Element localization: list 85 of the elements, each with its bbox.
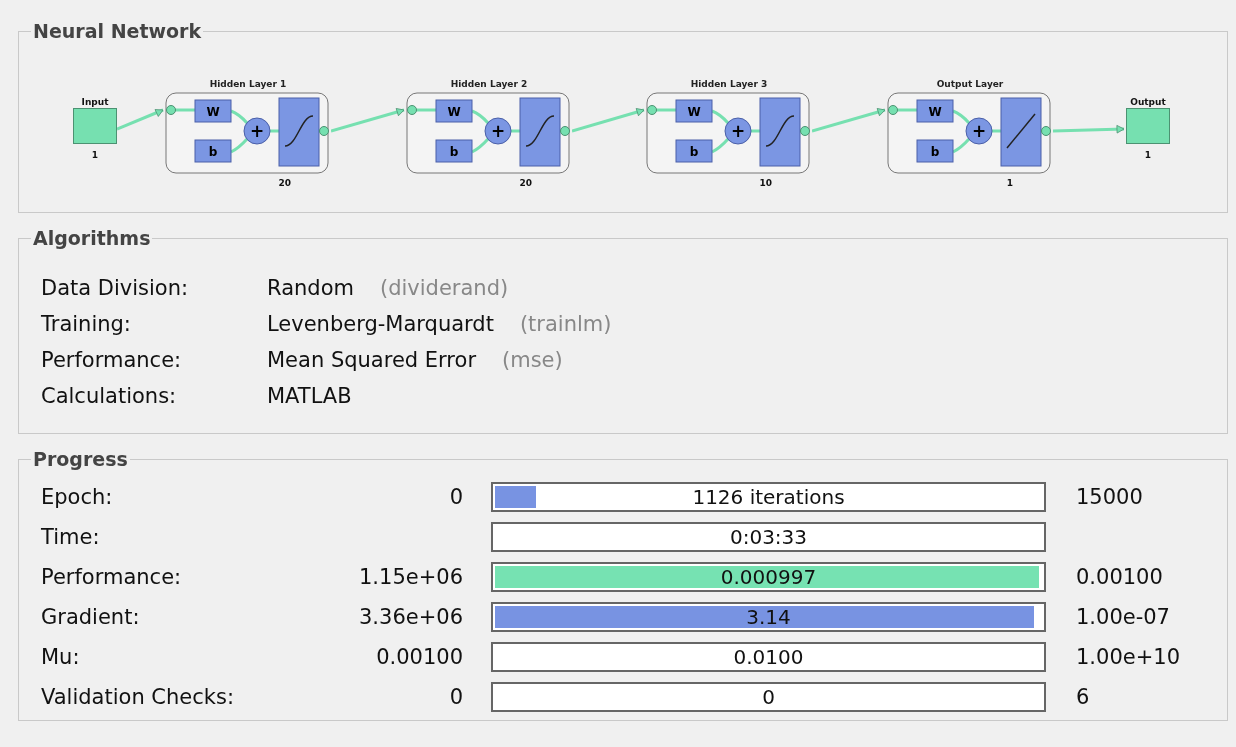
panel-title: Algorithms — [32, 227, 152, 249]
wire-line — [711, 109, 730, 125]
bias-box: b — [194, 139, 232, 163]
weight-box: W — [194, 99, 232, 123]
field-label: Training: — [41, 311, 132, 338]
wire-line — [654, 108, 676, 112]
field-label: Validation Checks: — [41, 685, 235, 709]
wire-line — [471, 138, 490, 154]
function-name: (trainlm) — [519, 312, 612, 336]
layer-title: Hidden Layer 2 — [450, 78, 528, 91]
field-label: Data Division: — [41, 275, 190, 302]
wire-line — [173, 108, 195, 112]
panel-title: Progress — [32, 448, 129, 470]
wire-line — [471, 109, 490, 125]
field-label: Performance: — [41, 565, 183, 589]
node-dot — [166, 105, 176, 115]
wire-line — [952, 138, 971, 154]
layer-size: 1 — [1006, 178, 1013, 188]
function-name: (dividerand) — [379, 276, 509, 300]
field-label: Epoch: — [41, 485, 114, 509]
min-value: 0.00100 — [376, 645, 463, 669]
layer-size: 10 — [759, 178, 772, 188]
transfer-function-box — [278, 97, 320, 167]
max-value: 6 — [1076, 685, 1090, 709]
min-value: 0 — [449, 485, 463, 509]
node-dot — [1041, 126, 1051, 136]
bias-box: b — [916, 139, 954, 163]
field-value: MATLAB — [267, 384, 352, 408]
field-label: Time: — [41, 525, 101, 549]
node-dot — [319, 126, 329, 136]
wire-line — [952, 109, 971, 125]
layer-title: Hidden Layer 3 — [690, 78, 768, 91]
max-value: 15000 — [1076, 485, 1143, 509]
wire-line — [711, 138, 730, 154]
field-label: Performance: — [41, 347, 183, 374]
progress-reading: 0.000997 — [719, 564, 818, 590]
node-dot — [647, 105, 657, 115]
wire-line — [230, 138, 249, 154]
transfer-function-box — [519, 97, 561, 167]
connector-arrow — [117, 108, 164, 131]
node-dot — [560, 126, 570, 136]
layer-title: Output Layer — [936, 78, 1004, 91]
max-value: 1.00e-07 — [1076, 605, 1170, 629]
field-label: Mu: — [41, 645, 81, 669]
bias-box: b — [675, 139, 713, 163]
min-value: 3.36e+06 — [359, 605, 463, 629]
layer-size: 20 — [278, 178, 291, 188]
transfer-function-box — [759, 97, 801, 167]
input-size: 1 — [91, 150, 99, 160]
max-value: 1.00e+10 — [1076, 645, 1180, 669]
wire-line — [414, 108, 436, 112]
input-label: Input — [81, 96, 109, 108]
wire-line — [895, 108, 917, 112]
function-name: (mse) — [502, 348, 563, 372]
wire-line — [230, 109, 249, 125]
field-label: Gradient: — [41, 605, 141, 629]
node-dot — [800, 126, 810, 136]
weight-box: W — [675, 99, 713, 123]
min-value: 1.15e+06 — [359, 565, 463, 589]
output-size: 1 — [1144, 150, 1152, 160]
output-block — [1126, 108, 1170, 144]
field-value: Random — [267, 276, 354, 300]
node-dot — [888, 105, 898, 115]
field-label: Calculations: — [41, 383, 178, 410]
sum-node: + — [965, 117, 993, 145]
field-value: Levenberg-Marquardt — [267, 312, 494, 336]
node-dot — [407, 105, 417, 115]
field-value: Mean Squared Error — [267, 348, 476, 372]
progress-reading: 1126 iterations — [691, 484, 846, 510]
sum-node: + — [724, 117, 752, 145]
layer-title: Hidden Layer 1 — [209, 78, 287, 91]
sum-node: + — [243, 117, 271, 145]
weight-box: W — [916, 99, 954, 123]
bias-box: b — [435, 139, 473, 163]
panel-title: Neural Network — [32, 20, 203, 42]
layer-size: 20 — [519, 178, 532, 188]
sum-node: + — [484, 117, 512, 145]
min-value: 0 — [449, 685, 463, 709]
progress-reading: 3.14 — [745, 604, 792, 630]
connector-arrow — [1053, 124, 1125, 134]
input-block — [73, 108, 117, 144]
weight-box: W — [435, 99, 473, 123]
max-value: 0.00100 — [1076, 565, 1163, 589]
output-label: Output — [1130, 96, 1166, 108]
transfer-function-box — [1000, 97, 1042, 167]
